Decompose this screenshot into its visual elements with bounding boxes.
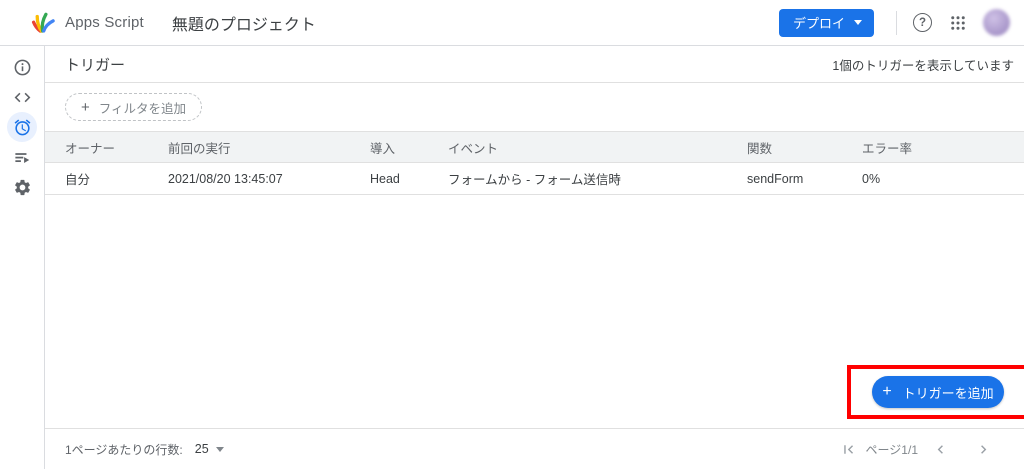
cell-deployment: Head: [370, 172, 448, 186]
gear-icon: [13, 178, 32, 197]
first-page-icon[interactable]: [840, 441, 857, 458]
section-header: トリガー 1個のトリガーを表示しています: [45, 46, 1024, 83]
sidebar: [0, 46, 45, 469]
cell-function: sendForm: [747, 172, 862, 186]
cell-last-run: 2021/08/20 13:45:07: [168, 172, 370, 186]
pagination: ページ1/1: [840, 441, 992, 458]
trigger-count-status: 1個のトリガーを表示しています: [832, 55, 1014, 74]
column-header-function: 関数: [747, 138, 862, 157]
rows-per-page: 1ページあたりの行数: 25: [65, 441, 224, 458]
sidebar-item-triggers[interactable]: [7, 112, 37, 142]
column-header-deployment: 導入: [370, 138, 448, 157]
top-bar: Apps Script 無題のプロジェクト デプロイ ?: [0, 0, 1024, 46]
avatar[interactable]: [983, 9, 1010, 36]
divider: [896, 11, 897, 35]
apps-grid-icon[interactable]: [949, 14, 967, 32]
filter-bar: + フィルタを追加: [45, 83, 1024, 131]
column-header-event: イベント: [448, 138, 747, 157]
column-header-error-rate: エラー率: [862, 138, 1024, 157]
cell-error-rate: 0%: [862, 172, 1024, 186]
red-highlight-annotation: + トリガーを追加: [847, 365, 1024, 419]
add-trigger-label: トリガーを追加: [903, 383, 994, 402]
footer-bar: 1ページあたりの行数: 25 ページ1/1: [45, 428, 1024, 469]
rows-per-page-label: 1ページあたりの行数:: [65, 441, 183, 458]
topbar-actions: デプロイ ?: [779, 9, 1010, 37]
page-title: トリガー: [65, 54, 125, 75]
cell-event: フォームから - フォーム送信時: [448, 169, 747, 188]
project-title[interactable]: 無題のプロジェクト: [172, 11, 316, 35]
plus-icon: +: [882, 384, 891, 400]
chevron-down-icon[interactable]: [216, 447, 224, 452]
info-icon: [13, 58, 32, 77]
sidebar-item-executions[interactable]: [7, 142, 37, 172]
rows-per-page-value[interactable]: 25: [195, 442, 209, 456]
deploy-button-label: デプロイ: [793, 13, 845, 32]
sidebar-item-settings[interactable]: [7, 172, 37, 202]
previous-page-icon[interactable]: [932, 441, 949, 458]
apps-script-window: Apps Script 無題のプロジェクト デプロイ ?: [0, 0, 1024, 469]
help-icon[interactable]: ?: [913, 13, 932, 32]
add-trigger-button[interactable]: + トリガーを追加: [872, 376, 1004, 408]
sidebar-item-editor[interactable]: [7, 82, 37, 112]
help-glyph: ?: [919, 17, 926, 29]
apps-script-logo-icon: [30, 10, 56, 36]
column-header-last-run: 前回の実行: [168, 138, 370, 157]
sidebar-item-overview[interactable]: [7, 52, 37, 82]
executions-icon: [13, 148, 32, 167]
deploy-button[interactable]: デプロイ: [779, 9, 874, 37]
cell-owner: 自分: [65, 169, 168, 188]
plus-icon: +: [81, 100, 90, 115]
add-filter-button[interactable]: + フィルタを追加: [65, 93, 202, 121]
chevron-down-icon: [854, 20, 862, 25]
brand-name: Apps Script: [65, 14, 144, 31]
add-filter-label: フィルタを追加: [99, 98, 186, 117]
column-header-owner: オーナー: [65, 138, 168, 157]
page-indicator: ページ1/1: [866, 441, 918, 458]
next-page-icon[interactable]: [975, 441, 992, 458]
table-row[interactable]: 自分 2021/08/20 13:45:07 Head フォームから - フォー…: [45, 163, 1024, 195]
code-icon: [13, 88, 32, 107]
alarm-icon: [13, 118, 32, 137]
table-header-row: オーナー 前回の実行 導入 イベント 関数 エラー率: [45, 131, 1024, 163]
